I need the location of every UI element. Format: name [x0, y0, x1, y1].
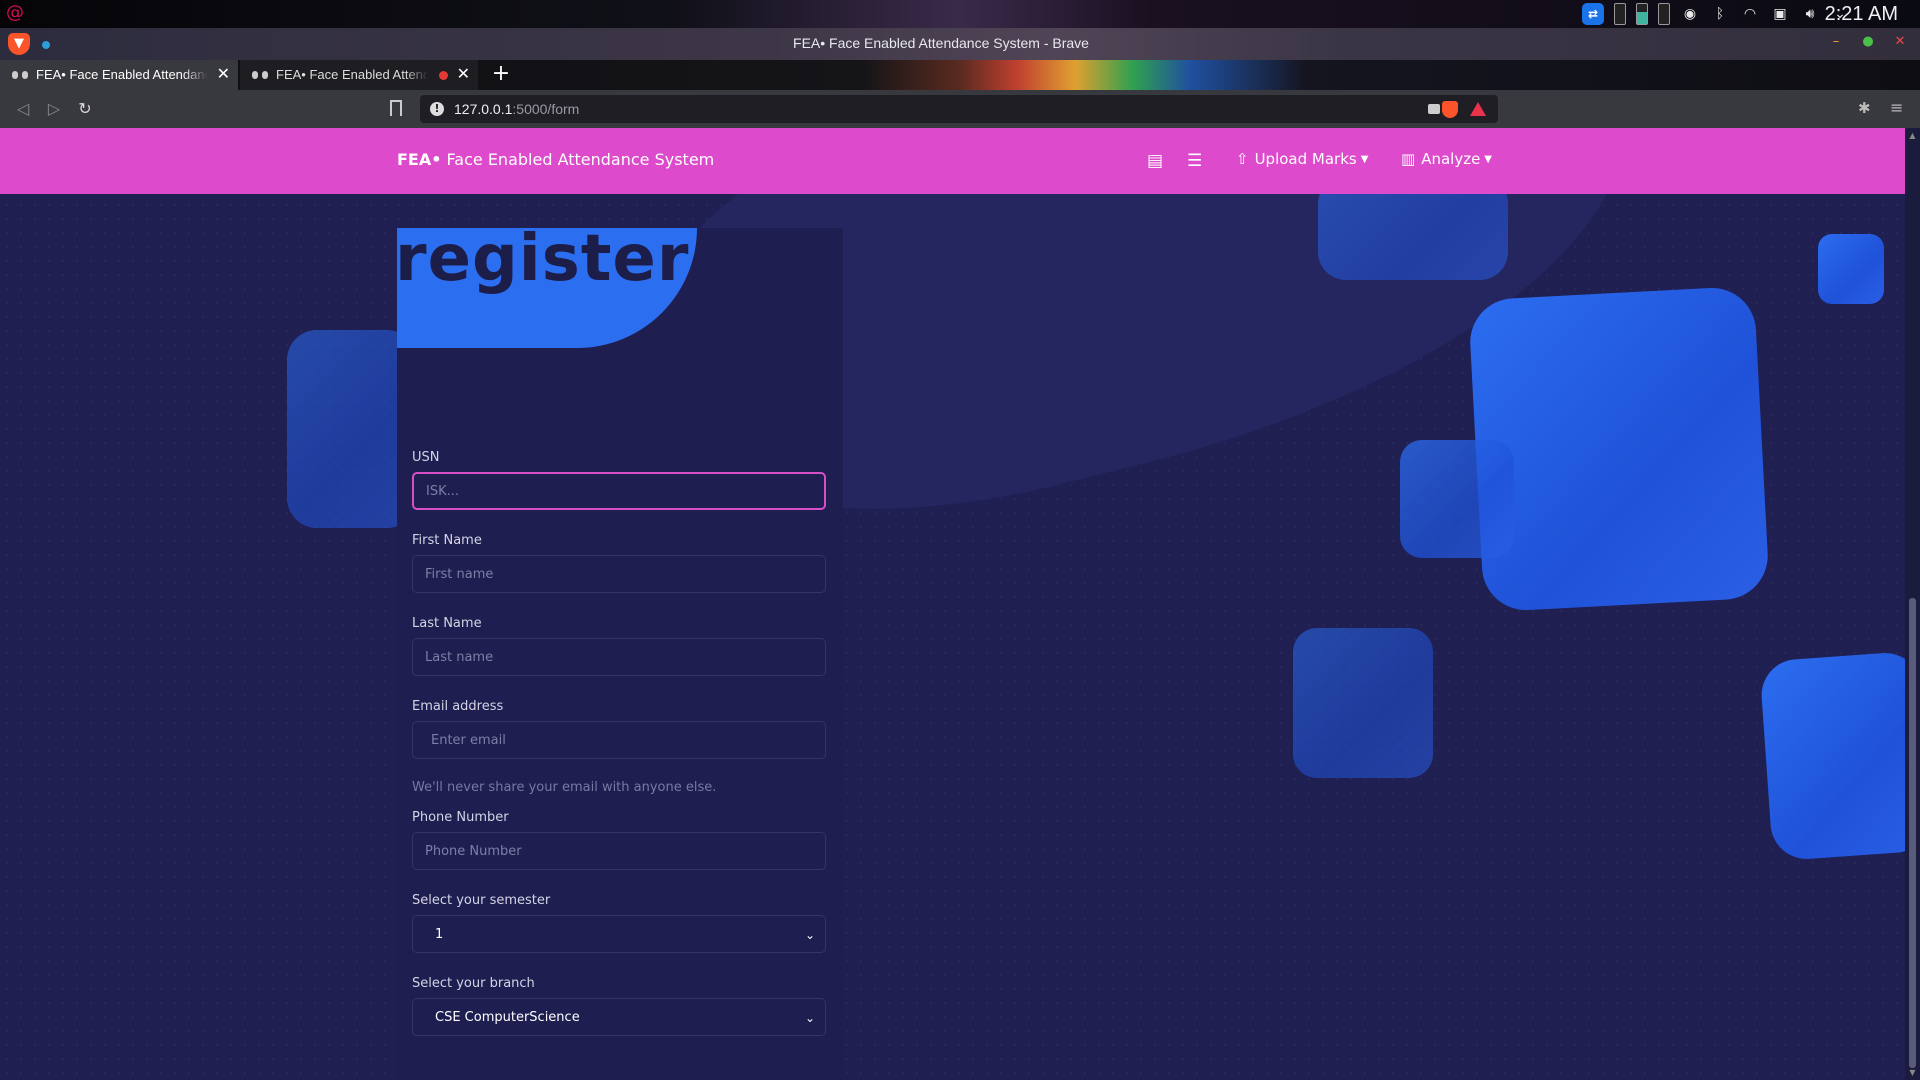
- page-scrollbar[interactable]: ▲ ▼: [1905, 128, 1920, 1080]
- tab-title: FEA• Face Enabled Attendance System: [276, 67, 428, 82]
- first-name-input[interactable]: [412, 555, 826, 593]
- system-tray: ⇄ ◉ ᛒ ◠ ▣ 🔊︎ ⌄: [1582, 2, 1850, 26]
- tab-title: FEA• Face Enabled Attendance System: [36, 67, 208, 82]
- last-name-input[interactable]: [412, 638, 826, 676]
- upload-marks-dropdown[interactable]: ⇧ Upload Marks ▼: [1236, 150, 1368, 168]
- decor-square: [1293, 628, 1433, 778]
- bar-chart-icon: ▥: [1401, 150, 1416, 168]
- close-tab-icon[interactable]: ✕: [457, 60, 470, 90]
- tab-favicon: [12, 71, 28, 79]
- tab-strip: FEA• Face Enabled Attendance System ✕ FE…: [0, 60, 1920, 90]
- tab-2[interactable]: FEA• Face Enabled Attendance System ✕: [240, 60, 478, 90]
- email-help-text: We'll never share your email with anyone…: [412, 780, 717, 795]
- url-path: :5000/form: [512, 101, 580, 117]
- extensions-icon[interactable]: ✱: [1858, 100, 1874, 116]
- close-window-icon[interactable]: ✕: [1894, 35, 1906, 48]
- semester-value: 1: [435, 927, 444, 942]
- form-title: register: [395, 222, 690, 296]
- memory-monitor-icon: [1636, 3, 1648, 25]
- maximize-icon[interactable]: ●: [1862, 35, 1874, 48]
- scroll-thumb[interactable]: [1909, 598, 1916, 1068]
- page-viewport: FEA• Face Enabled Attendance System ▤ ☰ …: [0, 128, 1905, 1080]
- bookmark-icon[interactable]: [390, 100, 402, 116]
- branch-select[interactable]: CSE ComputerScience ⌄: [412, 998, 826, 1036]
- url-host: 127.0.0.1: [454, 101, 513, 117]
- register-nav-icon[interactable]: ▤: [1147, 150, 1167, 172]
- recording-indicator-icon: [439, 71, 448, 80]
- semester-label: Select your semester: [412, 893, 551, 908]
- os-clock[interactable]: 2:21 AM: [1825, 3, 1898, 26]
- phone-label: Phone Number: [412, 810, 509, 825]
- wifi-icon[interactable]: ◠: [1740, 4, 1760, 24]
- teamviewer-icon[interactable]: ⇄: [1582, 3, 1604, 25]
- decor-square: [1400, 440, 1514, 558]
- caret-down-icon: ▼: [1360, 153, 1369, 165]
- new-tab-icon[interactable]: +: [490, 63, 512, 85]
- update-icon[interactable]: ◉: [1680, 4, 1700, 24]
- brand-link[interactable]: FEA• Face Enabled Attendance System: [397, 150, 714, 169]
- chevron-down-icon: ⌄: [804, 928, 815, 942]
- chevron-down-icon: ⌄: [804, 1011, 815, 1025]
- browser-titlebar: ▼ FEA• Face Enabled Attendance System - …: [0, 28, 1920, 60]
- forward-icon[interactable]: ▷: [43, 98, 65, 120]
- caret-down-icon: ▼: [1484, 153, 1492, 165]
- first-name-label: First Name: [412, 533, 482, 548]
- email-input[interactable]: [412, 721, 826, 759]
- window-controls: – ● ✕: [1830, 35, 1906, 48]
- upload-icon: ⇧: [1236, 150, 1249, 168]
- debian-menu-icon[interactable]: @: [6, 3, 26, 23]
- email-label: Email address: [412, 699, 504, 714]
- app-navbar: FEA• Face Enabled Attendance System ▤ ☰ …: [0, 128, 1905, 194]
- brand-bold: FEA•: [397, 150, 442, 169]
- decor-square: [1759, 650, 1905, 862]
- semester-select[interactable]: 1 ⌄: [412, 915, 826, 953]
- menu-icon[interactable]: ≡: [1890, 99, 1906, 117]
- tab-favicon: [252, 71, 268, 79]
- minimize-icon[interactable]: –: [1830, 35, 1842, 48]
- camera-icon[interactable]: [1428, 104, 1440, 114]
- usn-label: USN: [412, 450, 440, 465]
- cpu-monitor-icon: [1614, 3, 1626, 25]
- upload-marks-label: Upload Marks: [1254, 150, 1357, 168]
- usn-input[interactable]: [412, 472, 826, 510]
- decor-square: [1468, 285, 1770, 613]
- site-info-icon[interactable]: !: [430, 102, 444, 116]
- analyze-label: Analyze: [1421, 150, 1481, 168]
- window-title: FEA• Face Enabled Attendance System - Br…: [793, 35, 1089, 51]
- screen-icon[interactable]: ▣: [1770, 4, 1790, 24]
- last-name-label: Last Name: [412, 616, 482, 631]
- scroll-down-icon[interactable]: ▼: [1908, 1068, 1917, 1077]
- os-top-panel: @ ⇄ ◉ ᛒ ◠ ▣ 🔊︎ ⌄ 2:21 AM: [0, 0, 1920, 28]
- brave-rewards-icon[interactable]: [1470, 102, 1486, 116]
- bluetooth-icon[interactable]: ᛒ: [1710, 4, 1730, 24]
- phone-input[interactable]: [412, 832, 826, 870]
- volume-icon[interactable]: 🔊︎: [1800, 4, 1820, 24]
- url-text[interactable]: 127.0.0.1:5000/form: [454, 101, 579, 117]
- branch-label: Select your branch: [412, 976, 535, 991]
- close-tab-icon[interactable]: ✕: [217, 60, 230, 90]
- attendance-list-icon[interactable]: ☰: [1187, 150, 1207, 172]
- scroll-up-icon[interactable]: ▲: [1908, 131, 1917, 140]
- analyze-dropdown[interactable]: ▥ Analyze ▼: [1401, 150, 1492, 168]
- reload-icon[interactable]: ↻: [74, 98, 96, 120]
- brave-shield-icon[interactable]: [1442, 101, 1458, 118]
- back-icon[interactable]: ◁: [12, 98, 34, 120]
- tab-1[interactable]: FEA• Face Enabled Attendance System ✕: [0, 60, 238, 90]
- address-toolbar: ◁ ▷ ↻ ! 127.0.0.1:5000/form ✱ ≡: [0, 90, 1920, 128]
- swap-monitor-icon: [1658, 3, 1670, 25]
- url-bar[interactable]: ! 127.0.0.1:5000/form: [420, 95, 1498, 123]
- decor-square: [1818, 234, 1884, 304]
- brand-text: Face Enabled Attendance System: [441, 150, 715, 169]
- branch-value: CSE ComputerScience: [435, 1010, 580, 1025]
- register-panel: register USN First Name Last Name Email …: [395, 222, 843, 1080]
